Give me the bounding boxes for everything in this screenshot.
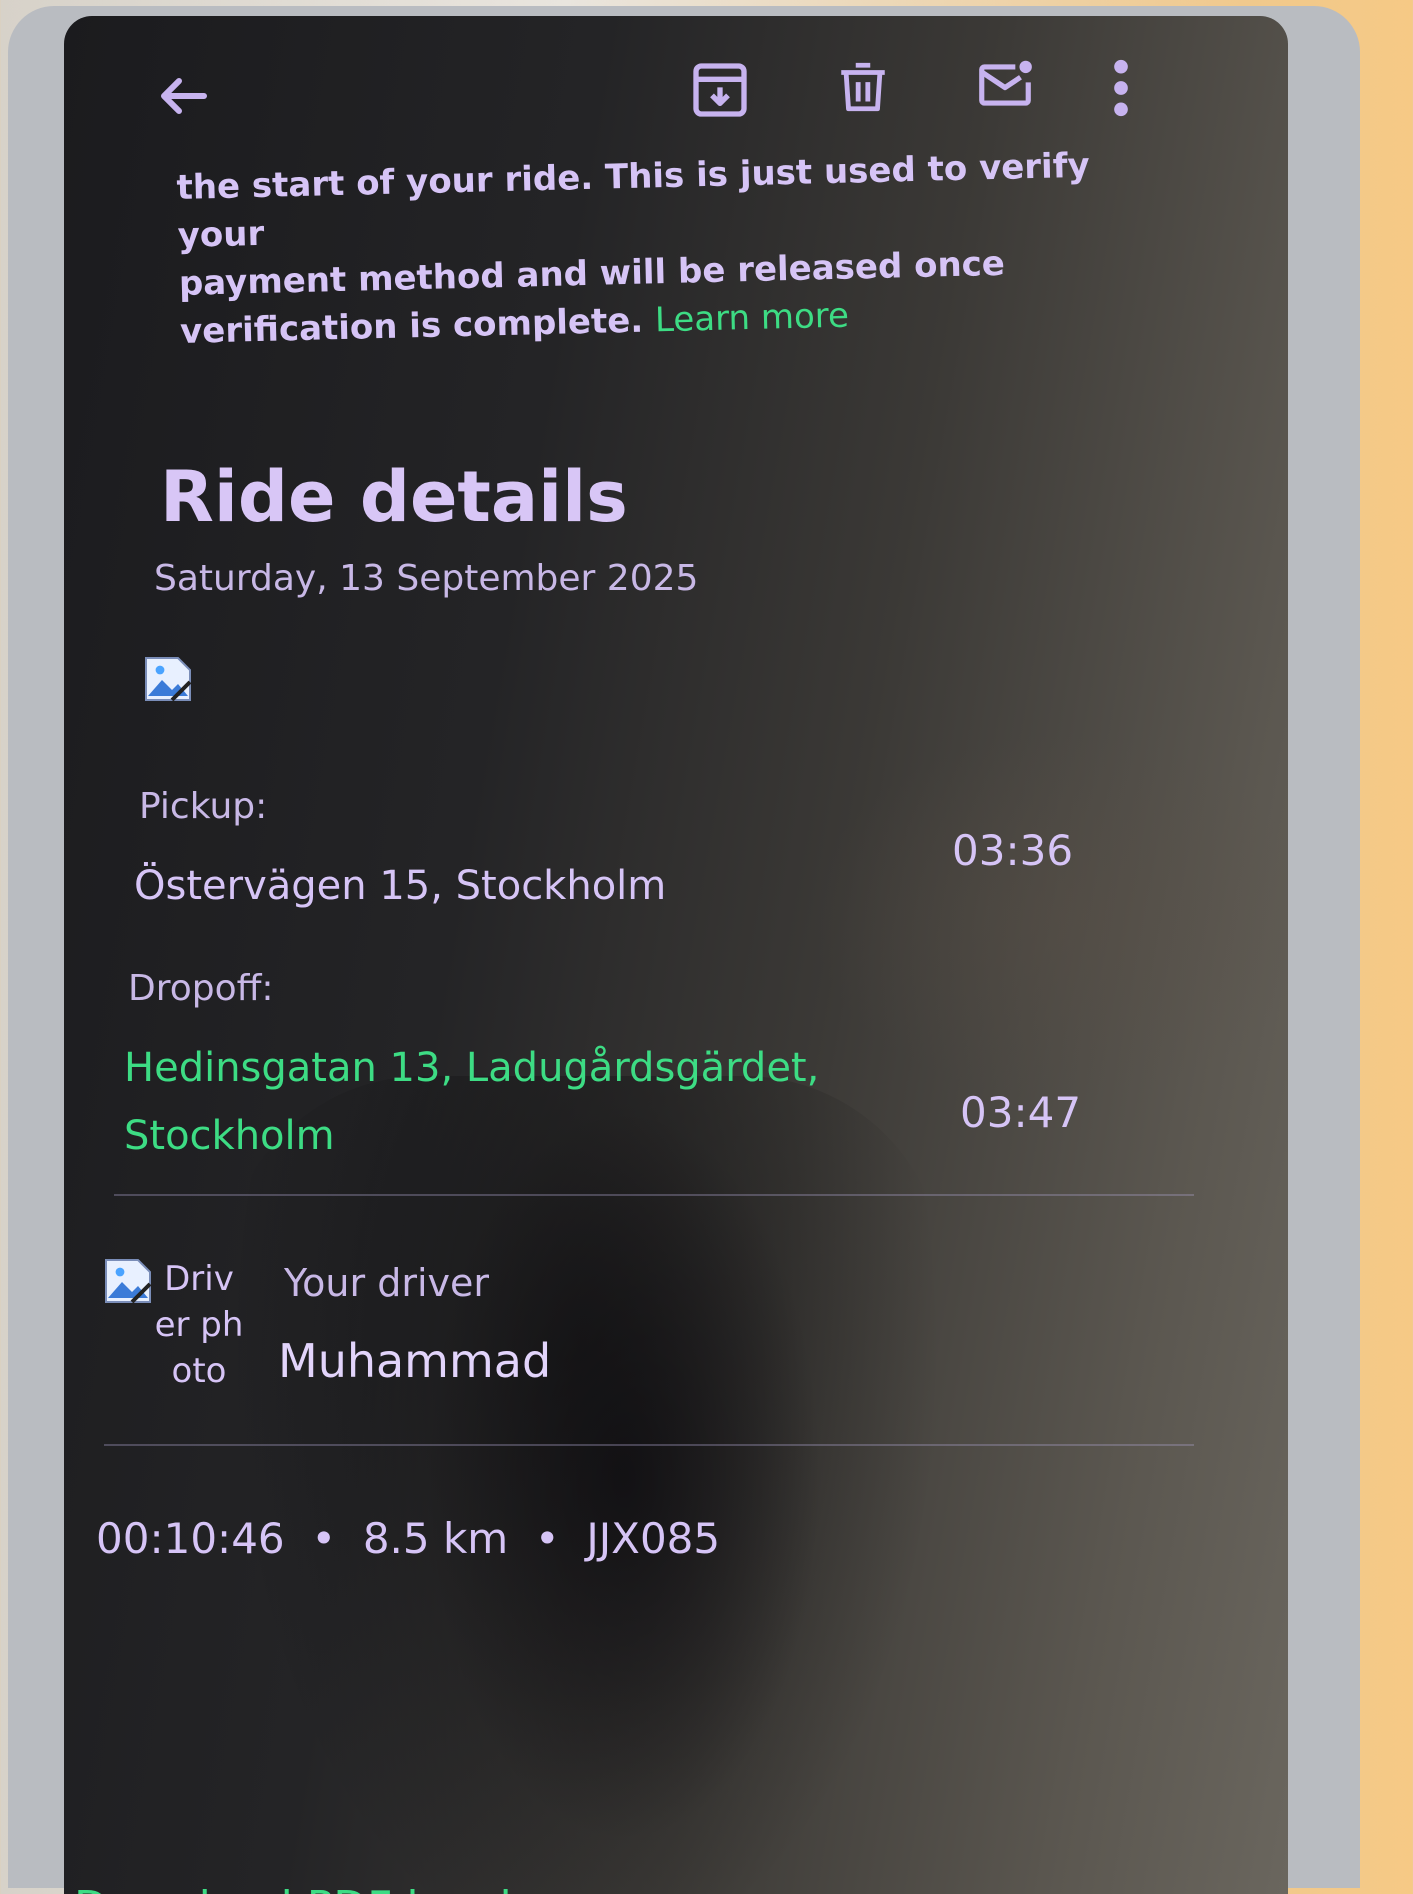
section-divider	[114, 1194, 1194, 1196]
driver-name: Muhammad	[278, 1334, 552, 1388]
dropoff-address-link[interactable]: Hedinsgatan 13, Ladugårdsgärdet, Stockho…	[124, 1034, 819, 1170]
notice-line-3-text: verification is complete.	[179, 300, 644, 352]
trip-duration: 00:10:46	[96, 1514, 285, 1563]
payment-hold-notice: the start of your ride. This is just use…	[176, 141, 1140, 356]
dropoff-label: Dropoff:	[128, 968, 274, 1009]
broken-image-icon	[144, 656, 196, 702]
trip-summary: 00:10:46 • 8.5 km • JJX085	[96, 1514, 720, 1563]
broken-image-icon	[105, 1259, 152, 1304]
ride-date: Saturday, 13 September 2025	[154, 558, 699, 599]
vehicle-plate: JJX085	[586, 1514, 721, 1563]
email-body: the start of your ride. This is just use…	[64, 16, 1288, 1894]
learn-more-link[interactable]: Learn more	[655, 296, 850, 341]
download-pdf-invoice-link[interactable]: Download PDF invoice	[74, 1882, 563, 1894]
driver-photo: Driver photo	[104, 1256, 254, 1386]
phone-screen: the start of your ride. This is just use…	[64, 16, 1288, 1894]
driver-label: Your driver	[284, 1261, 489, 1305]
dropoff-address-line-2: Stockholm	[124, 1113, 335, 1159]
section-divider	[104, 1444, 1194, 1446]
pickup-label: Pickup:	[139, 786, 268, 827]
trip-distance: 8.5 km	[362, 1514, 509, 1563]
pickup-address: Östervägen 15, Stockholm	[134, 863, 667, 909]
dropoff-time: 03:47	[960, 1088, 1082, 1137]
separator-dot: •	[311, 1514, 337, 1563]
phone-frame: the start of your ride. This is just use…	[8, 6, 1360, 1894]
separator-dot: •	[534, 1514, 560, 1563]
pickup-time: 03:36	[952, 826, 1074, 875]
page-title: Ride details	[160, 456, 628, 538]
dropoff-address-line-1: Hedinsgatan 13, Ladugårdsgärdet,	[124, 1045, 820, 1091]
